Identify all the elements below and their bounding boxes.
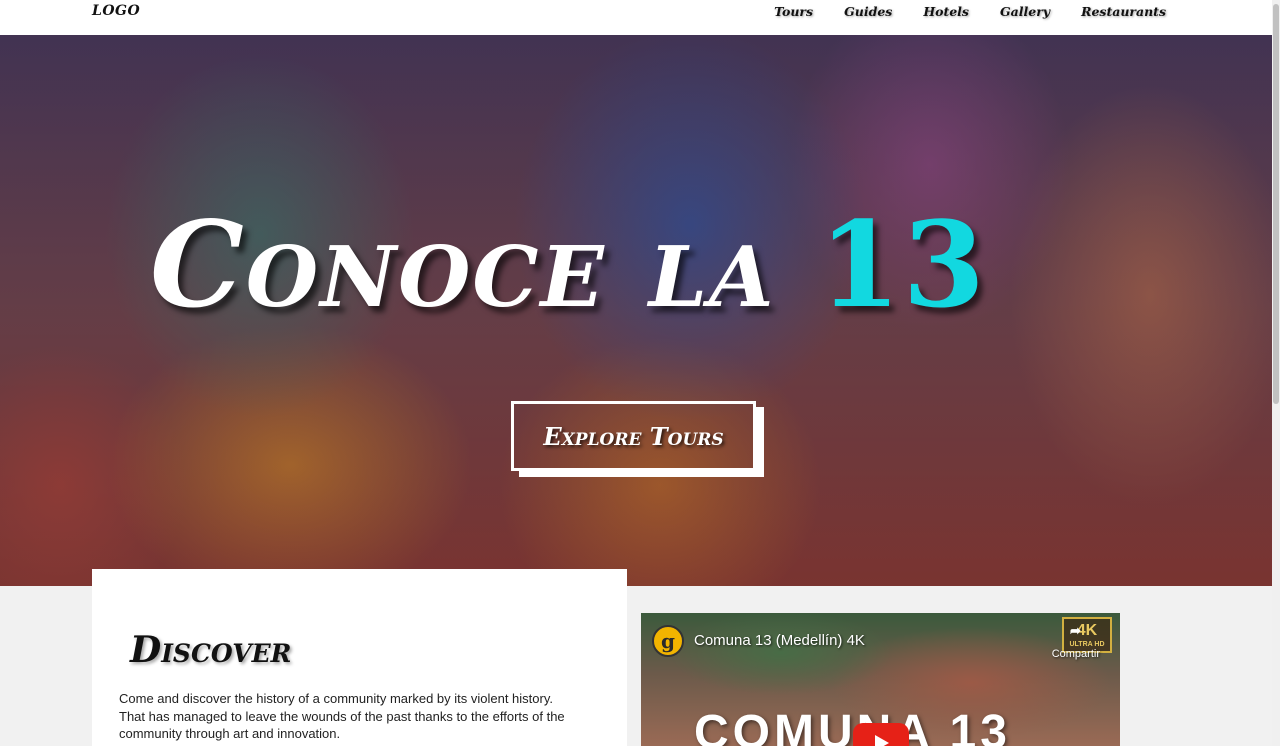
hero-banner: Conoce la 13 Explore Tours [0,35,1272,586]
scrollbar-thumb[interactable] [1273,4,1279,404]
nav-link-guides[interactable]: Guides [844,4,892,19]
explore-tours-label: Explore Tours [543,421,724,451]
play-icon[interactable] [853,723,909,746]
discover-title: Discover [130,629,292,671]
video-title[interactable]: Comuna 13 (Medellín) 4K [694,632,865,649]
nav-links: Tours Guides Hotels Gallery Restaurants [774,4,1166,19]
nav-link-tours[interactable]: Tours [774,4,813,19]
explore-tours-button[interactable]: Explore Tours [511,401,756,471]
nav-link-gallery[interactable]: Gallery [1000,4,1050,19]
share-label[interactable]: Compartir [1052,648,1100,660]
nav-link-restaurants[interactable]: Restaurants [1081,4,1166,19]
channel-avatar[interactable]: g [652,625,684,657]
top-navigation: LOGO Tours Guides Hotels Gallery Restaur… [0,0,1272,35]
share-icon[interactable]: ➦ [1070,623,1081,639]
nav-link-hotels[interactable]: Hotels [923,4,969,19]
video-embed[interactable]: g Comuna 13 (Medellín) 4K ➦ 4K ULTRA HD … [641,613,1120,746]
logo[interactable]: LOGO [92,3,140,19]
discover-card: Discover Come and discover the history o… [92,569,627,746]
hero-title: Conoce la 13 [150,195,987,335]
page-scrollbar[interactable] [1272,0,1280,746]
discover-text: Come and discover the history of a commu… [119,691,565,741]
hero-title-accent: 13 [818,195,987,334]
hero-title-main: Conoce la [150,195,819,334]
